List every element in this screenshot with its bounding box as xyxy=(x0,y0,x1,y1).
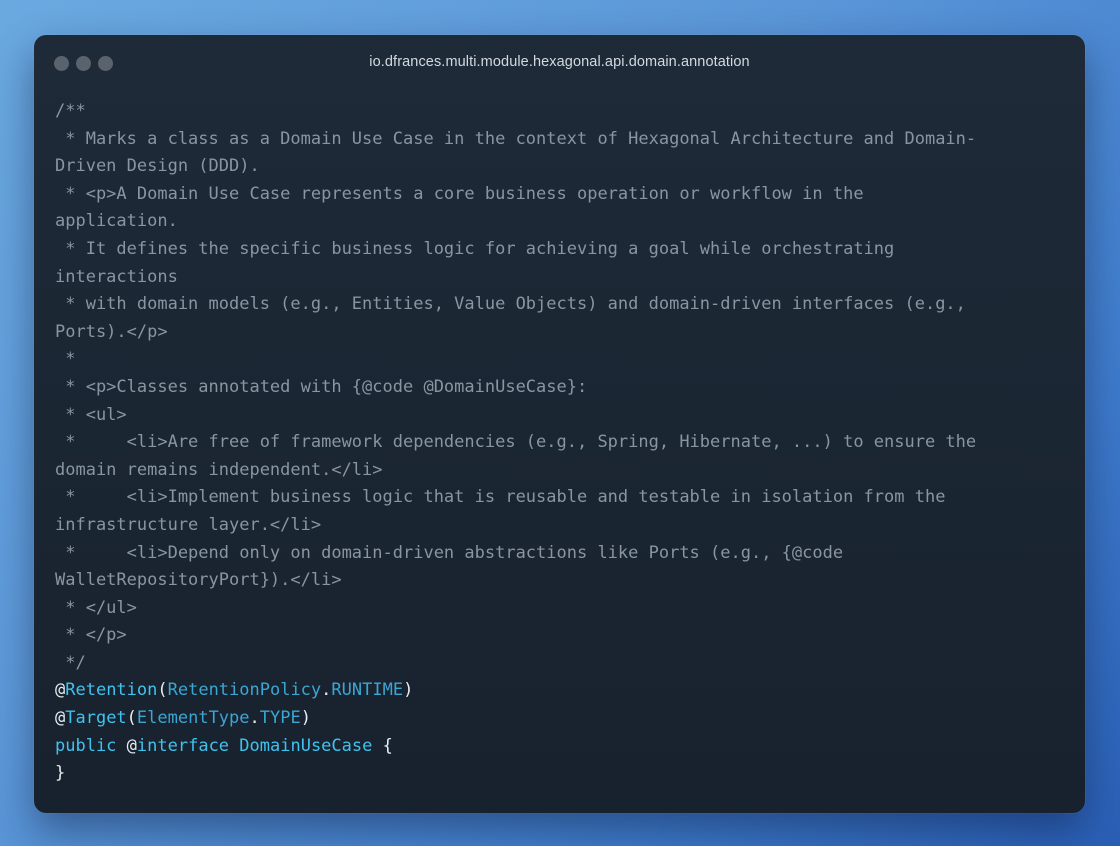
comment-line: Driven Design (DDD). xyxy=(55,156,260,177)
enum-value: TYPE xyxy=(259,708,301,729)
paren: ) xyxy=(300,708,311,729)
doc-comment: /** * Marks a class as a Domain Use Case… xyxy=(55,98,1065,677)
comment-line: * Marks a class as a Domain Use Case in … xyxy=(55,128,977,149)
comment-line: * xyxy=(55,349,76,370)
comment-line: WalletRepositoryPort}).</li> xyxy=(55,570,342,591)
annotation-at: @ xyxy=(55,708,66,729)
retention-annotation-line: @Retention(RetentionPolicy.RUNTIME) xyxy=(55,677,1065,705)
dot: . xyxy=(249,708,260,729)
comment-line: * It defines the specific business logic… xyxy=(55,238,895,259)
window-title: io.dfrances.multi.module.hexagonal.api.d… xyxy=(369,54,750,70)
comment-line: * </p> xyxy=(55,625,127,646)
comment-line: * <p>A Domain Use Case represents a core… xyxy=(55,183,864,204)
code-window: io.dfrances.multi.module.hexagonal.api.d… xyxy=(34,35,1085,813)
comment-line: * </ul> xyxy=(55,597,137,618)
annotation-name: Retention xyxy=(65,680,158,701)
comment-line: /** xyxy=(55,101,86,121)
paren: ) xyxy=(403,680,414,701)
dot: . xyxy=(321,680,332,701)
paren: ( xyxy=(157,680,168,701)
brace-open: { xyxy=(372,735,393,756)
interface-declaration-line: public @interface DomainUseCase { xyxy=(55,733,1065,761)
annotation-name: Target xyxy=(65,708,127,729)
interface-name: DomainUseCase xyxy=(239,735,373,756)
paren: ( xyxy=(126,708,137,729)
title-bar: io.dfrances.multi.module.hexagonal.api.d… xyxy=(34,35,1085,93)
type-name: RetentionPolicy xyxy=(167,680,322,701)
annotation-at: @ xyxy=(55,680,66,701)
comment-line: * <p>Classes annotated with {@code @Doma… xyxy=(55,376,588,397)
code-block: /** * Marks a class as a Domain Use Case… xyxy=(55,98,1065,788)
comment-line: domain remains independent.</li> xyxy=(55,459,383,480)
comment-line: * <li>Depend only on domain-driven abstr… xyxy=(55,542,844,563)
keyword-interface: interface xyxy=(136,735,230,756)
comment-line: application. xyxy=(55,211,178,232)
type-name: ElementType xyxy=(136,708,250,729)
target-annotation-line: @Target(ElementType.TYPE) xyxy=(55,705,1065,733)
comment-line: infrastructure layer.</li> xyxy=(55,514,322,535)
comment-line: * <li>Are free of framework dependencies… xyxy=(55,432,977,453)
comment-line: interactions xyxy=(55,266,178,287)
comment-line: */ xyxy=(55,652,86,673)
keyword-public: public xyxy=(55,735,117,756)
comment-line: * <ul> xyxy=(55,404,127,425)
comment-line: * with domain models (e.g., Entities, Va… xyxy=(55,294,966,315)
annotation-at: @ xyxy=(126,735,137,756)
comment-line: * <li>Implement business logic that is r… xyxy=(55,487,946,508)
closing-brace-line: } xyxy=(55,763,66,784)
comment-line: Ports).</p> xyxy=(55,321,168,342)
enum-value: RUNTIME xyxy=(331,680,404,701)
